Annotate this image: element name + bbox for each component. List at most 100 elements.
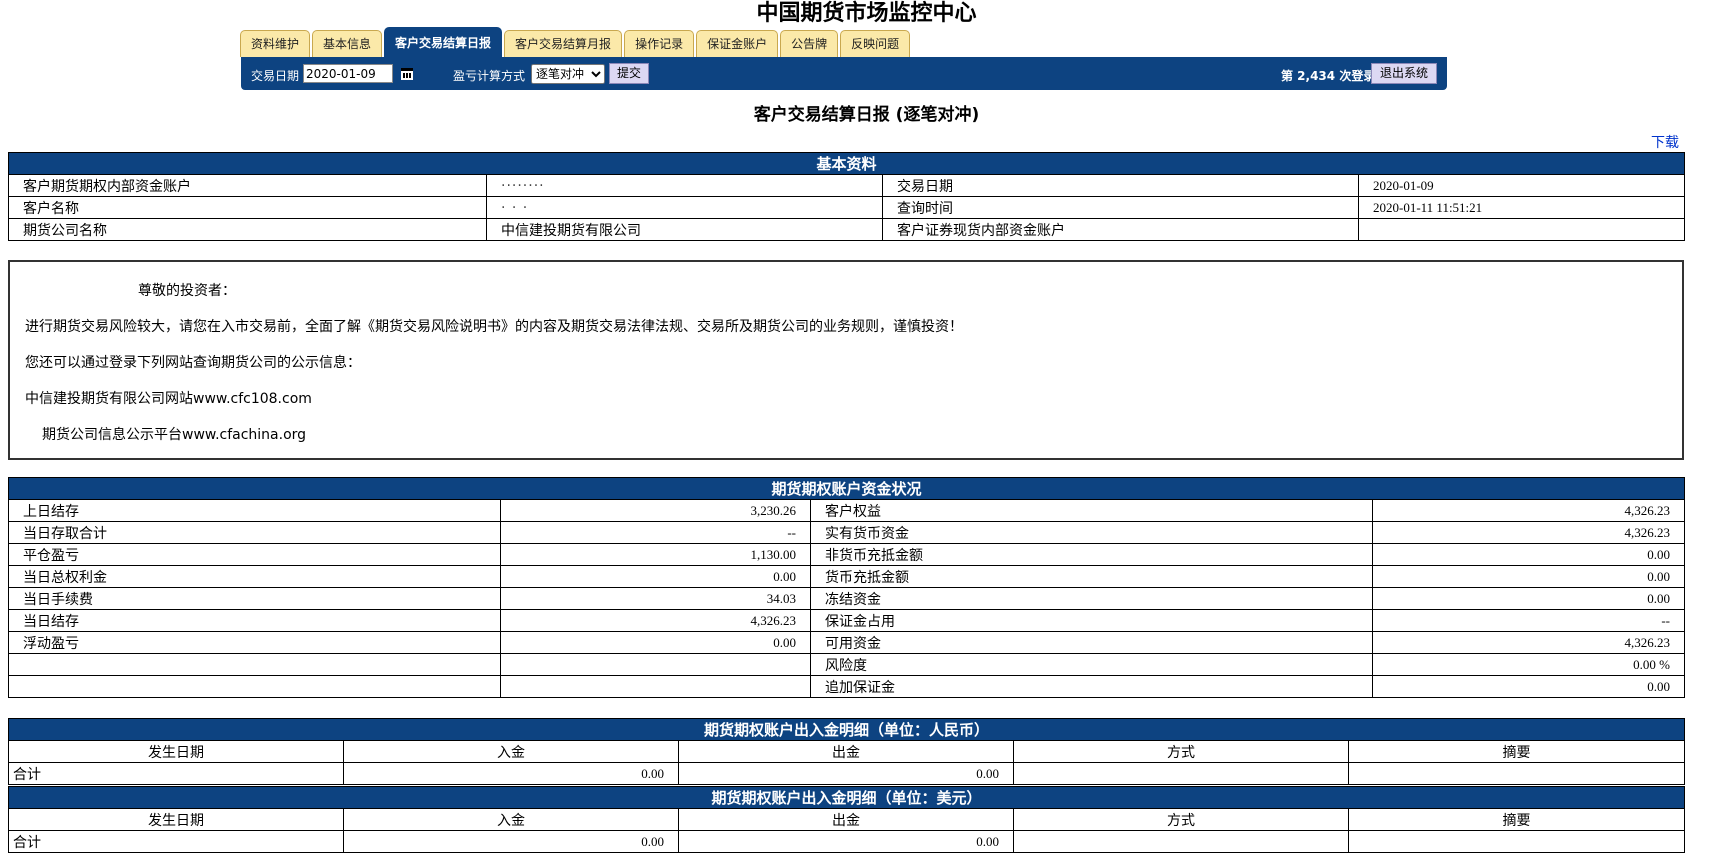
funds-label: 可用资金 (810, 631, 1373, 654)
notice-line: 期货公司信息公示平台www.cfachina.org (42, 427, 307, 443)
funds-label: 保证金占用 (810, 609, 1373, 632)
calc-method-select[interactable]: 逐笔对冲 (531, 64, 605, 84)
funds-label: 货币充抵金额 (810, 565, 1373, 588)
investor-notice: 尊敬的投资者： 进行期货交易风险较大，请您在入市交易前，全面了解《期货交易风险说… (8, 260, 1684, 460)
login-count: 第 2,434 次登录 (1281, 69, 1376, 83)
column-header: 发生日期 (8, 740, 344, 763)
column-header: 方式 (1013, 740, 1349, 763)
usd-flow-table: 期货期权账户出入金明细（单位：美元） 发生日期 入金 出金 方式 摘要 合计 0… (7, 786, 1686, 853)
funds-label: 非货币充抵金额 (810, 543, 1373, 566)
funds-table: 期货期权账户资金状况 上日结存 3,230.26 客户权益 4,326.23 当日存取… (7, 477, 1686, 698)
funds-label: 追加保证金 (810, 675, 1373, 698)
tab-basic-info[interactable]: 基本信息 (312, 30, 383, 57)
site-title: 中国期货市场监控中心 (756, 1, 977, 26)
table-header-row: 发生日期 入金 出金 方式 摘要 (8, 808, 1686, 831)
tab-margin-account[interactable]: 保证金账户 (696, 30, 779, 57)
date-label: 交易日期 (251, 69, 300, 83)
basic-value: · · · (486, 196, 883, 219)
basic-label: 查询时间 (882, 196, 1359, 219)
funds-value: 4,326.23 (500, 609, 811, 632)
main-tabs: 资料维护 基本信息 客户交易结算日报 客户交易结算月报 操作记录 保证金账户 公… (240, 27, 912, 57)
basic-label: 客户证券现货内部资金账户 (882, 218, 1359, 241)
funds-label: 当日手续费 (8, 587, 501, 610)
notice-line: 进行期货交易风险较大，请您在入市交易前，全面了解《期货交易风险说明书》的内容及期… (25, 319, 963, 335)
basic-info-title: 基本资料 (7, 152, 1686, 175)
funds-value: 4,326.23 (1371, 499, 1686, 522)
download-link[interactable]: 下载 (1651, 132, 1679, 152)
basic-value: 2020-01-09 (1357, 174, 1686, 197)
funds-value: 0.00 (1371, 675, 1686, 698)
funds-value: 4,326.23 (1371, 631, 1686, 654)
total-label: 合计 (8, 830, 344, 853)
table-row: 合计 0.00 0.00 (8, 762, 1686, 785)
funds-value: 0.00 (1371, 543, 1686, 566)
logout-button[interactable]: 退出系统 (1371, 63, 1437, 84)
basic-value (1357, 218, 1686, 241)
column-header: 摘要 (1347, 740, 1686, 763)
funds-label: 风险度 (810, 653, 1373, 676)
tab-feedback[interactable]: 反映问题 (840, 30, 911, 57)
method-cell (1013, 830, 1349, 853)
summary-cell (1347, 762, 1686, 785)
tab-daily-report[interactable]: 客户交易结算日报 (384, 27, 503, 57)
funds-value: 3,230.26 (500, 499, 811, 522)
column-header: 出金 (678, 808, 1014, 831)
table-row: 上日结存 3,230.26 客户权益 4,326.23 (8, 499, 1686, 522)
table-row: 平仓盈亏 1,130.00 非货币充抵金额 0.00 (8, 543, 1686, 566)
funds-value: 34.03 (500, 587, 811, 610)
notice-line: 您还可以通过登录下列网站查询期货公司的公示信息： (25, 355, 361, 371)
tab-profile-maintenance[interactable]: 资料维护 (240, 30, 311, 57)
funds-label (8, 675, 501, 698)
table-row: 当日总权利金 0.00 货币充抵金额 0.00 (8, 565, 1686, 588)
tab-operation-log[interactable]: 操作记录 (624, 30, 695, 57)
table-row: 当日结存 4,326.23 保证金占用 -- (8, 609, 1686, 632)
table-row: 期货公司名称 中信建投期货有限公司 客户证券现货内部资金账户 (8, 218, 1686, 241)
funds-value: 0.00 (500, 631, 811, 654)
table-row: 客户期货期权内部资金账户 ········ 交易日期 2020-01-09 (8, 174, 1686, 197)
funds-label: 当日结存 (8, 609, 501, 632)
basic-value: ········ (486, 174, 883, 197)
in-total: 0.00 (343, 830, 679, 853)
cny-flow-title: 期货期权账户出入金明细（单位：人民币） (7, 718, 1686, 741)
basic-value: 2020-01-11 11:51:21 (1357, 196, 1686, 219)
basic-label: 交易日期 (882, 174, 1359, 197)
table-header-row: 发生日期 入金 出金 方式 摘要 (8, 740, 1686, 763)
basic-info-table: 基本资料 客户期货期权内部资金账户 ········ 交易日期 2020-01-… (7, 152, 1686, 241)
column-header: 入金 (343, 740, 679, 763)
column-header: 摘要 (1347, 808, 1686, 831)
table-row: 客户名称 · · · 查询时间 2020-01-11 11:51:21 (8, 196, 1686, 219)
column-header: 出金 (678, 740, 1014, 763)
funds-label: 客户权益 (810, 499, 1373, 522)
total-label: 合计 (8, 762, 344, 785)
funds-label: 平仓盈亏 (8, 543, 501, 566)
funds-value: 0.00 % (1371, 653, 1686, 676)
basic-label: 期货公司名称 (8, 218, 487, 241)
table-row: 当日手续费 34.03 冻结资金 0.00 (8, 587, 1686, 610)
funds-value: -- (500, 521, 811, 544)
out-total: 0.00 (678, 762, 1014, 785)
funds-label: 当日存取合计 (8, 521, 501, 544)
notice-greeting: 尊敬的投资者： (138, 283, 236, 299)
tab-bulletin-board[interactable]: 公告牌 (780, 30, 839, 57)
tab-monthly-report[interactable]: 客户交易结算月报 (504, 30, 623, 57)
funds-title: 期货期权账户资金状况 (7, 477, 1686, 500)
date-input[interactable] (303, 64, 393, 83)
funds-label: 浮动盈亏 (8, 631, 501, 654)
funds-value (500, 653, 811, 676)
toolbar: 交易日期 盈亏计算方式 逐笔对冲 提交 第 2,434 次登录 退出系统 (241, 57, 1447, 90)
funds-value: 0.00 (1371, 587, 1686, 610)
funds-label: 上日结存 (8, 499, 501, 522)
submit-button[interactable]: 提交 (609, 63, 649, 84)
funds-label: 当日总权利金 (8, 565, 501, 588)
report-title: 客户交易结算日报 (逐笔对冲) (753, 105, 980, 125)
funds-label (8, 653, 501, 676)
funds-value: 1,130.00 (500, 543, 811, 566)
funds-value: 4,326.23 (1371, 521, 1686, 544)
table-row: 合计 0.00 0.00 (8, 830, 1686, 853)
calendar-icon[interactable] (401, 68, 413, 80)
table-row: 当日存取合计 -- 实有货币资金 4,326.23 (8, 521, 1686, 544)
notice-line: 中信建投期货有限公司网站www.cfc108.com (25, 391, 312, 407)
basic-label: 客户期货期权内部资金账户 (8, 174, 487, 197)
table-row: 追加保证金 0.00 (8, 675, 1686, 698)
calc-method-label: 盈亏计算方式 (453, 69, 526, 83)
